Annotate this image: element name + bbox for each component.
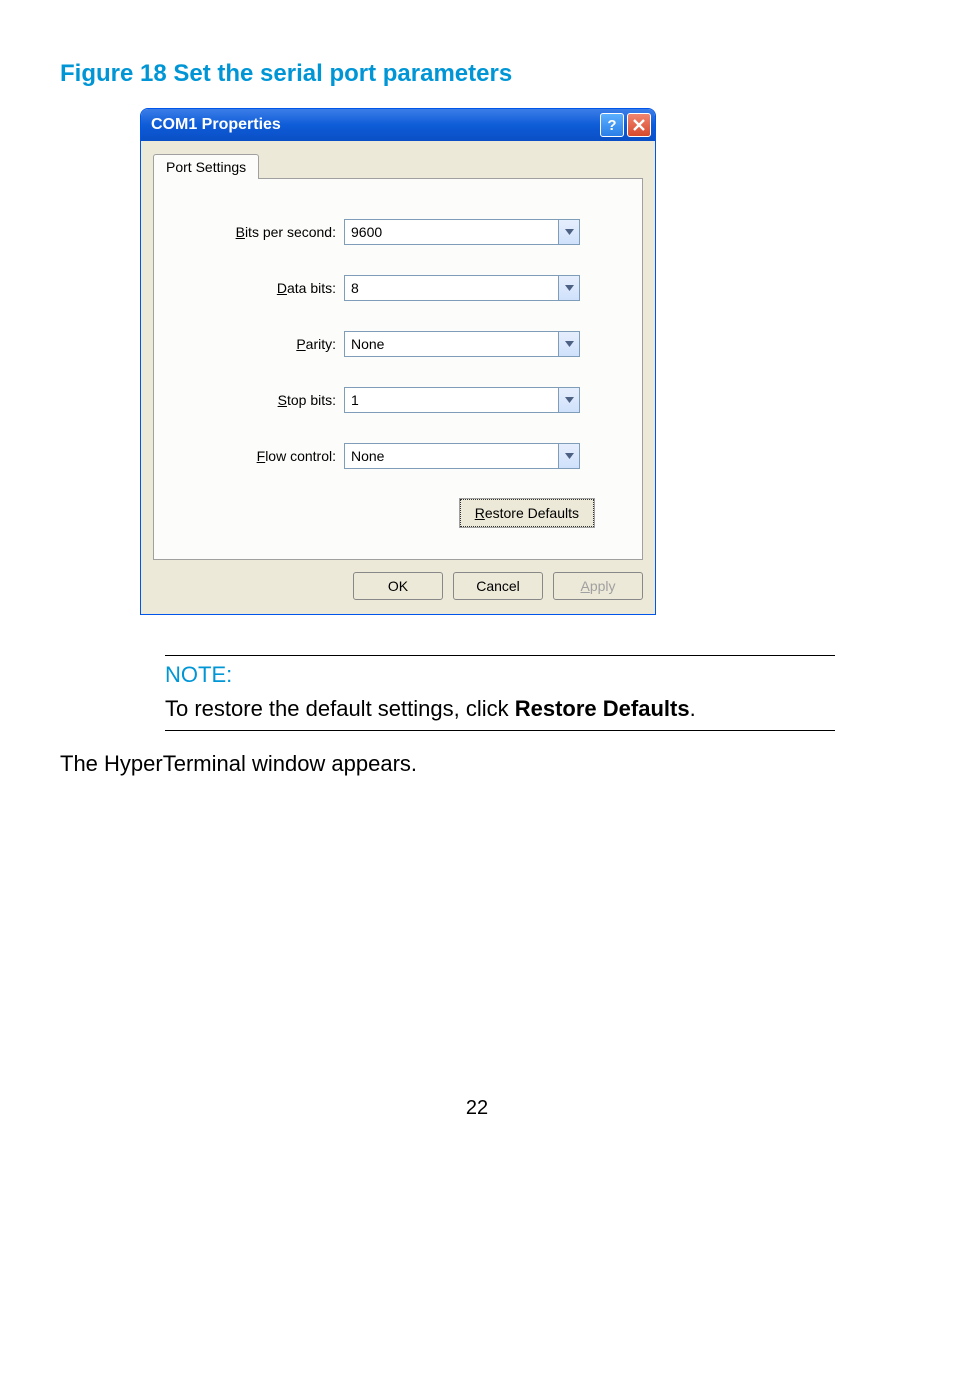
label-parity: Parity: [184, 336, 344, 352]
chevron-down-icon[interactable] [558, 275, 580, 301]
help-button[interactable]: ? [600, 113, 624, 137]
label-stop-bits: Stop bits: [184, 392, 344, 408]
row-flow-control: Flow control: None [184, 443, 612, 469]
titlebar: COM1 Properties ? [141, 109, 655, 141]
chevron-down-icon[interactable] [558, 387, 580, 413]
note-label: NOTE: [165, 662, 835, 688]
tab-port-settings[interactable]: Port Settings [153, 154, 259, 179]
page-number: 22 [60, 1097, 894, 1120]
com1-properties-dialog: COM1 Properties ? Port Settings Bits per… [140, 108, 656, 615]
figure-title: Figure 18 Set the serial port parameters [60, 60, 894, 88]
combo-stop-bits[interactable]: 1 [344, 387, 580, 413]
combo-flow-control[interactable]: None [344, 443, 580, 469]
apply-button: Apply [553, 572, 643, 600]
row-stop-bits: Stop bits: 1 [184, 387, 612, 413]
combo-value-stop-bits: 1 [344, 387, 558, 413]
dialog-wrapper: COM1 Properties ? Port Settings Bits per… [140, 108, 894, 615]
chevron-down-icon[interactable] [558, 219, 580, 245]
label-data-bits: Data bits: [184, 280, 344, 296]
close-button[interactable] [627, 113, 651, 137]
help-icon: ? [607, 117, 616, 134]
label-flow-control: Flow control: [184, 448, 344, 464]
combo-value-flow-control: None [344, 443, 558, 469]
tabstrip: Port Settings Bits per second: 9600 Data… [153, 153, 643, 560]
combo-parity[interactable]: None [344, 331, 580, 357]
titlebar-buttons: ? [600, 113, 651, 137]
ok-button[interactable]: OK [353, 572, 443, 600]
note-text: To restore the default settings, click R… [165, 696, 835, 722]
row-parity: Parity: None [184, 331, 612, 357]
row-data-bits: Data bits: 8 [184, 275, 612, 301]
row-bits-per-second: Bits per second: 9600 [184, 219, 612, 245]
chevron-down-icon[interactable] [558, 331, 580, 357]
combo-data-bits[interactable]: 8 [344, 275, 580, 301]
cancel-button[interactable]: Cancel [453, 572, 543, 600]
chevron-down-icon[interactable] [558, 443, 580, 469]
label-bits-per-second: Bits per second: [184, 224, 344, 240]
combo-value-bits-per-second: 9600 [344, 219, 558, 245]
close-icon [633, 119, 645, 131]
titlebar-text: COM1 Properties [151, 116, 281, 134]
restore-row: Restore Defaults [184, 499, 612, 527]
bottom-buttons: OK Cancel Apply [153, 572, 643, 600]
combo-value-parity: None [344, 331, 558, 357]
body-text: The HyperTerminal window appears. [60, 751, 894, 777]
note-block: NOTE: To restore the default settings, c… [165, 656, 835, 731]
combo-bits-per-second[interactable]: 9600 [344, 219, 580, 245]
tabpanel: Bits per second: 9600 Data bits: 8 [153, 178, 643, 560]
combo-value-data-bits: 8 [344, 275, 558, 301]
restore-defaults-button[interactable]: Restore Defaults [460, 499, 594, 527]
dialog-body: Port Settings Bits per second: 9600 Data… [141, 141, 655, 614]
